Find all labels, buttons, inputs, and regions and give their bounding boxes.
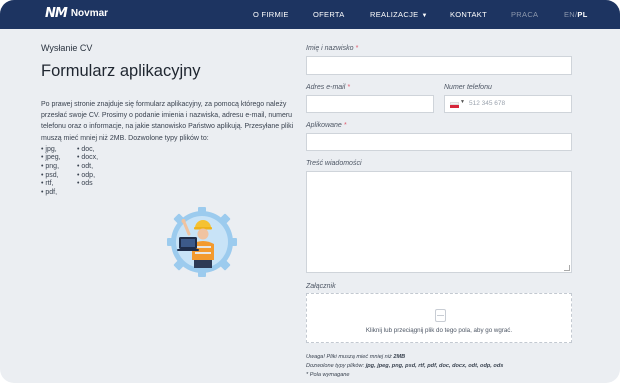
intro-section: Wysłanie CV Formularz aplikacyjny Po pra… <box>41 43 293 196</box>
file-type-item: • psd, <box>41 171 59 179</box>
file-type-item: • jpeg, <box>41 154 61 162</box>
phone-label: Numer telefonu <box>444 84 492 91</box>
file-type-item: • jpg, <box>41 145 57 153</box>
phone-placeholder: 512 345 678 <box>469 100 506 107</box>
logo-mark: NM <box>45 6 68 21</box>
nav-kontakt[interactable]: KONTAKT <box>450 10 487 19</box>
file-icon <box>435 309 446 322</box>
file-type-item: • odp, <box>77 171 96 179</box>
top-navigation-bar: NM Novmar O FIRMIE OFERTA REALIZACJE ▼ KO… <box>0 0 620 29</box>
message-label: Treść wiadomości <box>306 160 362 167</box>
country-dropdown-chevron-icon[interactable]: ▼ <box>460 99 465 105</box>
logo[interactable]: NM Novmar <box>45 6 108 21</box>
poland-flag-icon[interactable] <box>450 102 459 108</box>
logo-text: Novmar <box>70 8 109 19</box>
file-dropzone[interactable]: Kliknij lub przeciągnij plik do tego pol… <box>306 293 572 343</box>
file-type-item <box>77 189 117 196</box>
lang-pl-link[interactable]: PL <box>577 10 587 19</box>
intro-description: Po prawej stronie znajduje się formularz… <box>41 101 294 142</box>
types-note: Dozwolone typy plików: jpg, jpeg, png, p… <box>306 363 504 369</box>
file-type-item: • odt, <box>77 163 94 170</box>
nav-praca[interactable]: PRACA <box>511 10 538 19</box>
message-textarea[interactable] <box>306 171 572 273</box>
nav-oferta[interactable]: OFERTA <box>313 10 345 19</box>
file-type-item: • rtf, <box>41 180 54 188</box>
worker-illustration <box>167 207 237 277</box>
dropzone-text: Kliknij lub przeciągnij plik do tego pol… <box>365 327 513 334</box>
applying-label: Aplikowane * <box>306 122 347 129</box>
file-type-item: • docx, <box>77 154 99 162</box>
email-input[interactable] <box>306 95 434 113</box>
file-type-item: • ods <box>77 180 93 188</box>
language-switcher: EN/PL <box>564 10 588 19</box>
file-type-item: • pdf, <box>41 188 58 196</box>
name-input[interactable] <box>306 56 572 75</box>
lang-en-link[interactable]: EN/ <box>564 10 577 19</box>
nav-o-firmie[interactable]: O FIRMIE <box>253 10 289 19</box>
position-input[interactable] <box>306 133 572 151</box>
file-type-item: • doc, <box>77 145 95 153</box>
size-note: Uwaga! Pliki muszą mieć mniej niż 2MB <box>306 354 406 360</box>
page-title: Formularz aplikacyjny <box>41 62 201 80</box>
attachment-label: Załącznik <box>306 283 336 290</box>
nav-realizacje-label: REALIZACJE <box>370 10 419 19</box>
phone-input[interactable]: ▼ 512 345 678 <box>444 95 572 113</box>
chevron-down-icon: ▼ <box>421 13 428 19</box>
nav-realizacje[interactable]: REALIZACJE ▼ <box>370 10 428 19</box>
file-type-item: • png, <box>41 163 60 170</box>
page-subtitle: Wysłanie CV <box>41 43 93 53</box>
email-label: Adres e-mail * <box>306 84 350 91</box>
form-notes: Uwaga! Pliki muszą mieć mniej niż 2MB Do… <box>306 353 503 380</box>
name-label: Imię i nazwisko * <box>306 45 359 52</box>
textarea-resize-handle[interactable] <box>564 265 570 271</box>
required-note: * Pola wymagane <box>306 372 350 378</box>
page-frame: NM Novmar O FIRMIE OFERTA REALIZACJE ▼ KO… <box>0 0 620 383</box>
file-types-list: • jpg, • doc, • jpeg, • docx, • png, • o… <box>41 146 291 196</box>
